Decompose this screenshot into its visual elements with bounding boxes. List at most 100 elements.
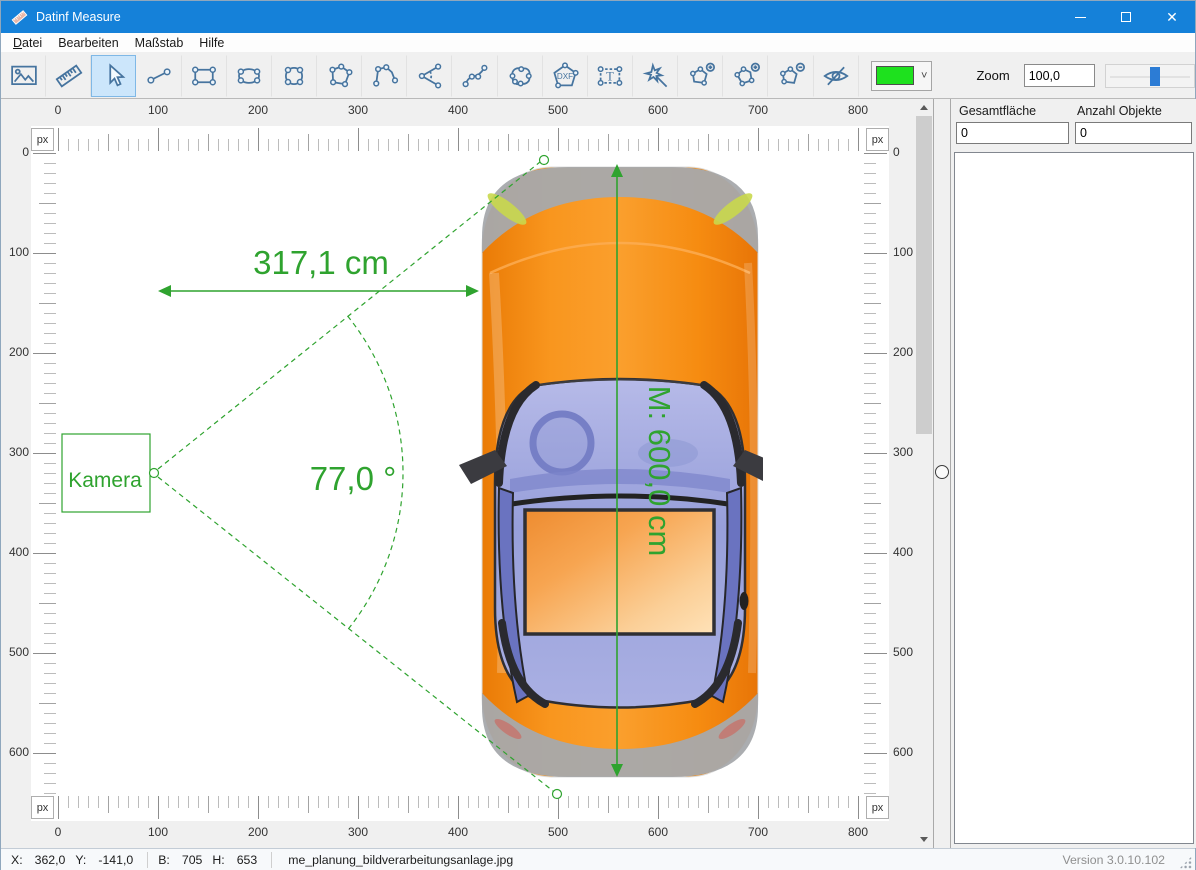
ruler-unit-box: px xyxy=(31,128,54,151)
resize-grip[interactable] xyxy=(1179,856,1192,869)
zoom-label: Zoom xyxy=(976,68,1009,83)
status-separator xyxy=(271,852,272,868)
scale-ruler-button[interactable] xyxy=(46,55,91,97)
text-tool-button[interactable]: T xyxy=(588,55,633,97)
ruler-number: 200 xyxy=(238,825,278,840)
menu-item-mastab[interactable]: Maßstab xyxy=(127,34,192,52)
ruler-number: 300 xyxy=(338,825,378,840)
title-bar: Datinf Measure ✕ xyxy=(1,1,1195,33)
ruler-number: 0 xyxy=(9,145,29,160)
app-icon xyxy=(11,9,28,26)
color-picker[interactable]: ˅ xyxy=(871,61,933,91)
ruler-icon xyxy=(54,61,84,91)
curve-tool-button[interactable] xyxy=(452,55,497,97)
scroll-up-button[interactable] xyxy=(915,99,933,116)
open-polygon-tool-button[interactable] xyxy=(362,55,407,97)
measurement-list[interactable] xyxy=(954,152,1194,844)
minimize-icon xyxy=(1075,17,1086,18)
door-handle xyxy=(740,592,749,610)
arrow-up-icon xyxy=(920,105,928,110)
object-count-field[interactable] xyxy=(1075,122,1192,144)
ruler-number: 100 xyxy=(9,245,29,260)
steering-wheel xyxy=(533,414,591,472)
dxf-tool-button[interactable]: DXF xyxy=(543,55,588,97)
polygon-plus-icon xyxy=(686,61,716,91)
zoom-slider[interactable] xyxy=(1105,64,1195,88)
status-x-label: X: xyxy=(11,853,23,867)
menu-item-datei[interactable]: Datei xyxy=(5,34,50,52)
polygon-merge-add-tool-button[interactable] xyxy=(723,55,768,97)
freehand-blob-icon xyxy=(505,61,535,91)
minimize-button[interactable] xyxy=(1057,1,1103,33)
window-title: Datinf Measure xyxy=(36,10,121,24)
eye-slash-icon xyxy=(821,61,851,91)
open-image-button[interactable] xyxy=(1,55,46,97)
close-button[interactable]: ✕ xyxy=(1149,1,1195,33)
dxf-icon: DXF xyxy=(550,61,580,91)
cursor-icon xyxy=(99,61,129,91)
ruler-number: 600 xyxy=(638,103,678,118)
angle-tool-button[interactable] xyxy=(407,55,452,97)
polygon-tool-button[interactable] xyxy=(317,55,362,97)
status-h-value: 653 xyxy=(237,853,258,867)
status-y-value: -141,0 xyxy=(98,853,133,867)
line-tool-button[interactable] xyxy=(136,55,181,97)
angle-handle-top[interactable] xyxy=(540,156,549,165)
polygon-minus-icon xyxy=(776,61,806,91)
ruler-unit-box: px xyxy=(866,128,889,151)
width-measurement[interactable]: 317,1 cm xyxy=(158,244,479,297)
ruler-number: 400 xyxy=(9,545,29,560)
scroll-down-button[interactable] xyxy=(915,831,933,848)
ruler-number: 500 xyxy=(538,825,578,840)
status-b-value: 705 xyxy=(182,853,203,867)
status-bar: X: 362,0 Y: -141,0 B: 705 H: 653 me_plan… xyxy=(1,848,1195,870)
total-area-field[interactable] xyxy=(956,122,1069,144)
measurement-canvas[interactable]: 317,1 cm Kamera 77,0 ° xyxy=(58,153,763,806)
magic-wand-tool-button[interactable] xyxy=(633,55,678,97)
ruler-number: 400 xyxy=(438,825,478,840)
curve-icon xyxy=(460,61,490,91)
angle-vertex-handle[interactable] xyxy=(150,469,159,478)
panel-splitter[interactable] xyxy=(933,99,951,848)
scrollbar-thumb[interactable] xyxy=(916,116,932,434)
zoom-slider-thumb[interactable] xyxy=(1150,67,1160,86)
zoom-input[interactable] xyxy=(1024,64,1095,87)
rectangle-tool-button[interactable] xyxy=(182,55,227,97)
rectangle-icon xyxy=(189,61,219,91)
car-roof xyxy=(525,510,714,634)
ruler-number: 100 xyxy=(138,825,178,840)
select-tool-button[interactable] xyxy=(91,55,136,97)
status-y-label: Y: xyxy=(75,853,86,867)
polygon-add-tool-button[interactable] xyxy=(678,55,723,97)
maximize-button[interactable] xyxy=(1103,1,1149,33)
angle-handle-bottom[interactable] xyxy=(553,790,562,799)
vertical-scrollbar[interactable] xyxy=(915,99,933,848)
ruler-number: 800 xyxy=(838,103,878,118)
menu-item-bearbeiten[interactable]: Bearbeiten xyxy=(50,34,126,52)
height-value: M: 600,0 cm xyxy=(642,386,677,557)
ruler-number: 0 xyxy=(38,825,78,840)
splitter-handle[interactable] xyxy=(935,465,949,479)
object-count-label: Anzahl Objekte xyxy=(1077,104,1162,118)
ruler-number: 0 xyxy=(38,103,78,118)
right-ruler-ticks xyxy=(864,153,887,794)
visibility-toggle-button[interactable] xyxy=(814,55,859,97)
image-icon xyxy=(9,61,39,91)
menu-item-hilfe[interactable]: Hilfe xyxy=(191,34,232,52)
chevron-down-icon: ˅ xyxy=(921,70,927,82)
text-icon: T xyxy=(595,61,625,91)
polygon-subtract-tool-button[interactable] xyxy=(768,55,813,97)
top-ruler-ticks xyxy=(58,128,864,151)
ruler-number: 300 xyxy=(338,103,378,118)
polygon-merge-plus-icon xyxy=(731,61,761,91)
ruler-number: 600 xyxy=(9,745,29,760)
svg-text:DXF: DXF xyxy=(557,72,573,81)
ellipse-tool-button[interactable] xyxy=(227,55,272,97)
ruler-number: 800 xyxy=(838,825,878,840)
circle-tool-button[interactable] xyxy=(272,55,317,97)
freehand-tool-button[interactable] xyxy=(498,55,543,97)
ruler-number: 100 xyxy=(138,103,178,118)
left-ruler-ticks xyxy=(33,153,56,794)
line-icon xyxy=(144,61,174,91)
status-separator xyxy=(147,852,148,868)
